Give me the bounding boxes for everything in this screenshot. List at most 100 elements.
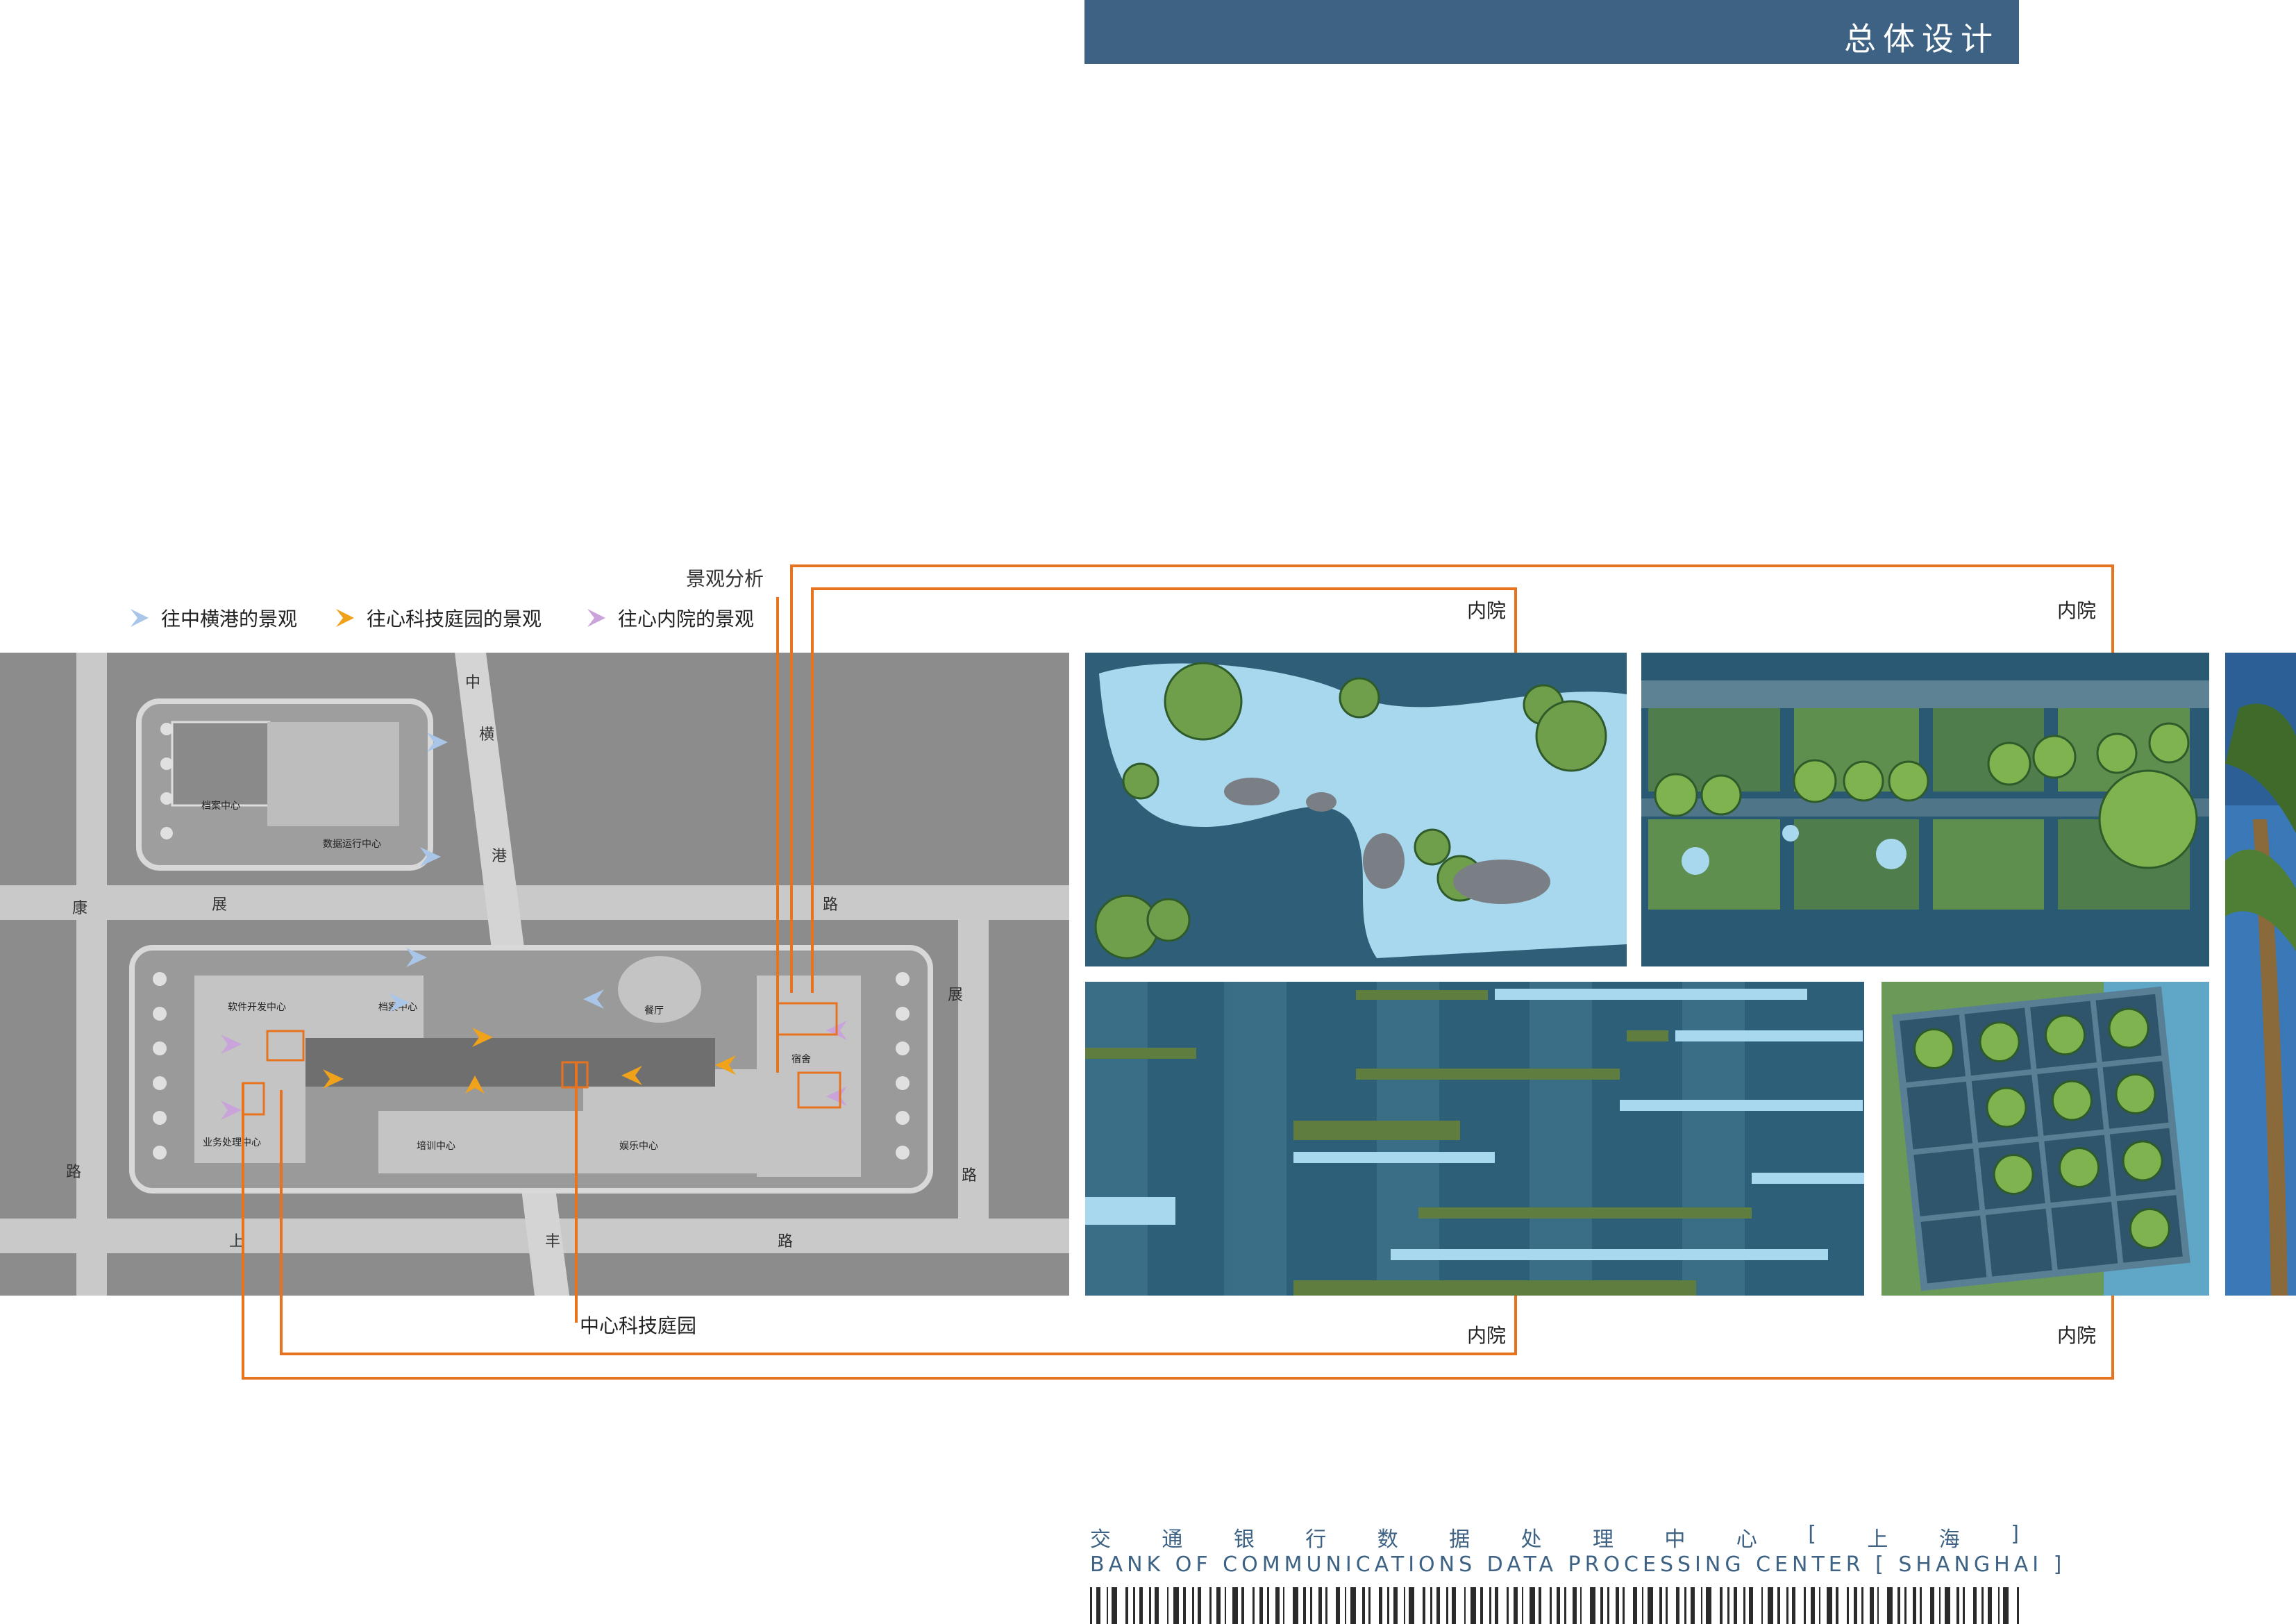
barcode-bar [1464,1587,1466,1624]
barcode-bar [1706,1587,1711,1624]
barcode-bar [1507,1587,1509,1624]
barcode-bar [1368,1587,1371,1624]
barcode-bar [1659,1587,1662,1624]
barcode-bar [1590,1587,1595,1624]
barcode-bar [1167,1587,1168,1624]
barcode-bar [1480,1587,1483,1624]
barcode-bar [1870,1587,1874,1624]
barcode-bar [1495,1587,1498,1624]
barcode-bar [1981,1587,1984,1624]
barcode-bar [1861,1587,1863,1624]
barcode-bar [1691,1587,1695,1624]
barcode-bar [1125,1587,1128,1624]
barcode-bar [1325,1587,1327,1624]
barcode-bar [1998,1587,2000,1624]
barcode-bar [1318,1587,1322,1624]
footer-en: BANK OF COMMUNICATIONS DATA PROCESSING C… [1090,1552,2066,1577]
footer-char: 数 [1377,1527,1398,1552]
barcode-bar [1241,1587,1244,1624]
barcode-bar [1666,1587,1668,1624]
barcode-bar [1804,1587,1806,1624]
barcode-bar [1956,1587,1959,1624]
footer-char: 海 [1938,1527,1960,1552]
barcode-bar [1436,1587,1440,1624]
barcode-bar [1897,1587,1900,1624]
courtyard-panel-lawn [1641,653,2209,966]
palm-photo [2225,653,2296,1296]
barcode-bar [1676,1587,1679,1624]
barcode-bar [1836,1587,1838,1624]
barcode-bar [1232,1587,1238,1624]
barcode-bar [1768,1587,1773,1624]
barcode-bar [1786,1587,1788,1624]
barcode-bar [1648,1587,1653,1624]
courtyard-panel-grid [1882,982,2209,1296]
barcode-bar [1701,1587,1702,1624]
barcode-bar [1743,1587,1745,1624]
barcode-bar [1090,1587,1092,1624]
footer-char: 通 [1162,1527,1183,1552]
barcode-bar [1580,1587,1582,1624]
courtyard-panel-water [1085,653,1627,966]
barcode-bar [1930,1587,1934,1624]
barcode-bar [1777,1587,1780,1624]
barcode-bar [1107,1587,1108,1624]
barcode-bar [1539,1587,1541,1624]
courtyard-panel-stripes [1085,982,1864,1296]
barcode-bar [1607,1587,1609,1624]
barcode-bar [1149,1587,1151,1624]
barcode-bar [1557,1587,1560,1624]
footer-char: ] [2011,1522,2019,1546]
barcode-bar [1096,1587,1100,1624]
barcode-bar [1387,1587,1389,1624]
barcode-bar [1616,1587,1619,1624]
barcode-bar [1139,1587,1143,1624]
water-strips [1085,989,1864,1260]
barcode-bar [1252,1587,1255,1624]
barcode-bar [1939,1587,1941,1624]
barcode-bar [1887,1587,1893,1624]
barcode-bar [1684,1587,1686,1624]
barcode-bar [1310,1587,1312,1624]
barcode-bar [1720,1587,1723,1624]
courtyard-label: 内院 [2057,1324,2097,1347]
barcode-bar [2003,1587,2009,1624]
barcode-bar [1155,1587,1159,1624]
barcode-bar [1963,1587,1965,1624]
courtyard-label: 内院 [1467,599,1507,622]
barcode-bar [1522,1587,1523,1624]
barcode-bar [1973,1587,1977,1624]
barcode-bar [1393,1587,1398,1624]
barcode-bar [1988,1587,1992,1624]
barcode [1090,1587,2019,1624]
barcode-bar [1216,1587,1221,1624]
footer-char: 上 [1867,1527,1888,1552]
footer-char: 据 [1449,1527,1470,1552]
barcode-bar [1225,1587,1226,1624]
barcode-bar [1642,1587,1643,1624]
barcode-bar [1275,1587,1280,1624]
courtyard-label: 内院 [2057,599,2097,622]
barcode-bar [1792,1587,1795,1624]
barcode-bar [1811,1587,1815,1624]
footer-char: [ [1808,1522,1816,1546]
barcode-bar [1819,1587,1820,1624]
barcode-bar [1600,1587,1603,1624]
barcode-bar [1452,1587,1456,1624]
barcode-bar [1350,1587,1356,1624]
barcode-bar [1877,1587,1879,1624]
barcode-bar [1336,1587,1340,1624]
barcode-bar [1362,1587,1365,1624]
barcode-bar [1209,1587,1212,1624]
footer-char: 理 [1592,1527,1614,1552]
barcode-bar [1761,1587,1763,1624]
barcode-bar [1904,1587,1907,1624]
barcode-bar [1379,1587,1382,1624]
barcode-bar [1913,1587,1916,1624]
barcode-bar [1945,1587,1950,1624]
barcode-bar [1423,1587,1425,1624]
barcode-bar [1404,1587,1405,1624]
footer-char: 银 [1233,1527,1255,1552]
barcode-bar [1192,1587,1194,1624]
barcode-bar [1489,1587,1491,1624]
